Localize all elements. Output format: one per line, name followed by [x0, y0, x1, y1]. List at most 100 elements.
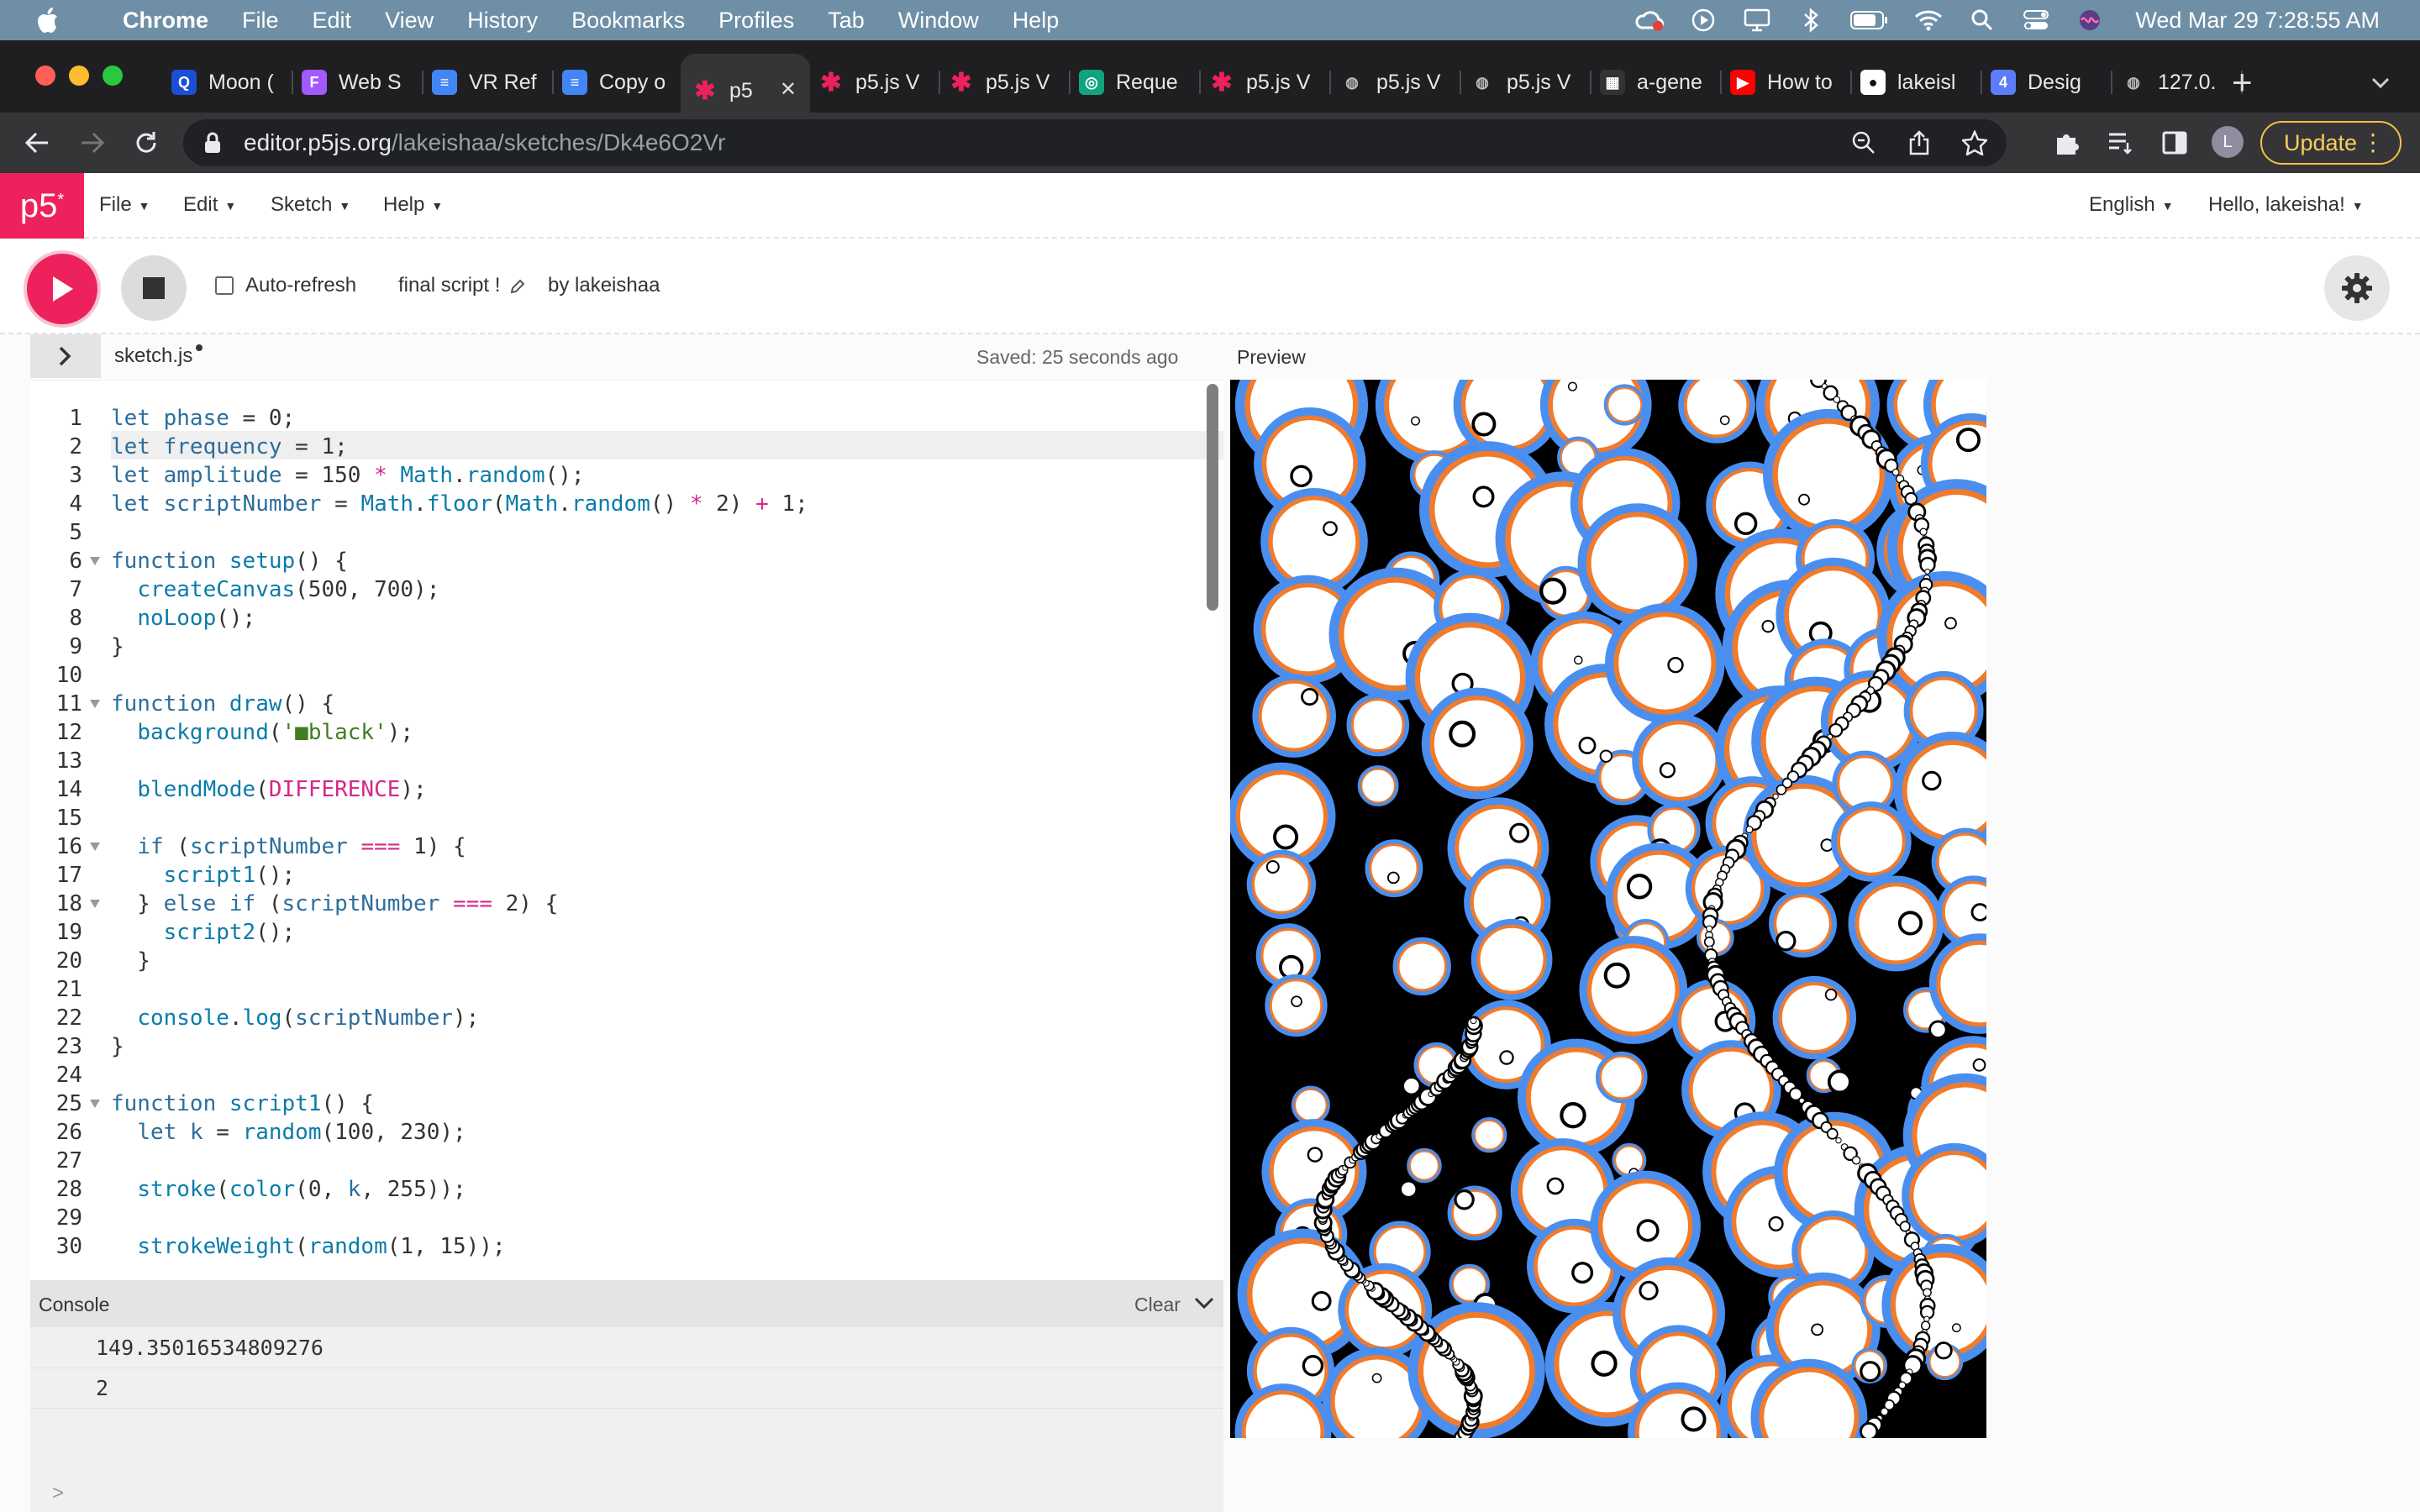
menu-bookmarks[interactable]: Bookmarks — [571, 8, 685, 34]
more-vertical-icon[interactable]: ⋮ — [2361, 131, 2385, 155]
code-line[interactable]: console.log(scriptNumber); — [111, 1005, 479, 1031]
fold-arrow-icon[interactable] — [89, 898, 101, 910]
browser-tab[interactable]: ✱ p5.js V — [1197, 60, 1331, 104]
code-editor[interactable]: 1 2 3 4 5 6 7 8 9 10 11 12 13 14 15 16 17 18 19 20 21 22 23 24 2… — [30, 380, 1223, 1281]
menu-help[interactable]: Help — [1013, 8, 1060, 34]
fold-arrow-icon[interactable] — [89, 841, 101, 853]
user-menu[interactable]: Hello, lakeisha! ▼ — [2208, 193, 2364, 217]
code-line[interactable]: } — [111, 1034, 124, 1059]
sketch-name[interactable]: final script ! — [398, 274, 526, 297]
forward-arrow-icon[interactable] — [76, 126, 109, 160]
code-line[interactable]: strokeWeight(random(1, 15)); — [111, 1234, 505, 1259]
settings-button[interactable] — [2324, 255, 2390, 321]
browser-tab[interactable]: ◍ 127.0. — [2109, 60, 2243, 104]
menu-tab[interactable]: Tab — [828, 8, 865, 34]
tab-search-chevron-icon[interactable] — [2371, 69, 2390, 95]
code-line[interactable]: let phase = 0; — [111, 406, 295, 431]
code-line[interactable]: noLoop(); — [111, 606, 255, 631]
bookmark-star-icon[interactable] — [1960, 128, 1990, 158]
code-line[interactable]: let frequency = 1; — [111, 434, 348, 459]
fold-arrow-icon[interactable] — [89, 698, 101, 710]
browser-tab[interactable]: ≡ VR Ref — [420, 60, 554, 104]
code-line[interactable]: script1(); — [111, 863, 296, 888]
browser-tab[interactable]: ◎ Reque — [1067, 60, 1201, 104]
window-close-button[interactable] — [35, 66, 55, 86]
sidebar-toggle-button[interactable] — [30, 334, 101, 378]
lock-icon[interactable] — [203, 131, 222, 155]
pencil-icon[interactable] — [509, 278, 526, 295]
sketch-canvas[interactable] — [1230, 380, 1986, 1438]
auto-refresh-toggle[interactable]: Auto-refresh — [215, 274, 356, 297]
menu-view[interactable]: View — [385, 8, 434, 34]
window-minimize-button[interactable] — [69, 66, 89, 86]
display-icon[interactable] — [1742, 8, 1772, 33]
console-clear-button[interactable]: Clear — [1134, 1294, 1181, 1316]
bluetooth-icon[interactable] — [1796, 8, 1826, 33]
menu-file[interactable]: File — [242, 8, 279, 34]
url-text[interactable]: editor.p5js.org/lakeishaa/sketches/Dk4e6… — [244, 129, 725, 156]
back-arrow-icon[interactable] — [20, 126, 54, 160]
extensions-puzzle-icon[interactable] — [2050, 126, 2084, 160]
p5-menu-sketch[interactable]: Sketch ▼ — [271, 193, 350, 217]
code-line[interactable]: function draw() { — [111, 691, 334, 717]
new-tab-button[interactable]: + — [2232, 65, 2253, 100]
creative-cloud-icon[interactable] — [1634, 8, 1665, 33]
code-line[interactable]: } — [111, 948, 150, 974]
browser-tab[interactable]: Q Moon ( — [160, 60, 293, 104]
menu-profiles[interactable]: Profiles — [718, 8, 794, 34]
profile-avatar[interactable]: L — [2212, 126, 2244, 158]
p5-menu-help[interactable]: Help ▼ — [383, 193, 443, 217]
browser-tab[interactable]: 4 Desig — [1979, 60, 2112, 104]
menu-history[interactable]: History — [467, 8, 538, 34]
code-line[interactable]: function script1() { — [111, 1091, 374, 1116]
chevron-down-icon[interactable] — [1193, 1294, 1215, 1314]
browser-tab[interactable]: ✱ p5.js V — [807, 60, 940, 104]
p5-menu-file[interactable]: File ▼ — [99, 193, 150, 217]
browser-tab[interactable]: ◍ p5.js V — [1328, 60, 1461, 104]
code-line[interactable]: createCanvas(500, 700); — [111, 577, 439, 602]
siri-icon[interactable] — [2075, 8, 2105, 33]
console-prompt[interactable]: > — [52, 1482, 64, 1505]
p5-menu-edit[interactable]: Edit ▼ — [183, 193, 236, 217]
menu-edit[interactable]: Edit — [313, 8, 352, 34]
code-line[interactable]: let scriptNumber = Math.floor(Math.rando… — [111, 491, 808, 517]
zoom-icon[interactable] — [1849, 128, 1879, 158]
stop-button[interactable] — [121, 255, 187, 321]
sketch-author[interactable]: by lakeishaa — [548, 274, 660, 297]
browser-tab[interactable]: ▶ How to — [1718, 60, 1852, 104]
play-button[interactable] — [27, 254, 97, 324]
battery-icon[interactable] — [1849, 8, 1890, 33]
browser-tab[interactable]: ▦ a-gene — [1588, 60, 1722, 104]
update-button[interactable]: Update ⋮ — [2260, 121, 2402, 165]
reading-list-icon[interactable] — [2104, 126, 2138, 160]
code-line[interactable]: } — [111, 634, 124, 659]
code-line[interactable]: } else if (scriptNumber === 2) { — [111, 891, 558, 916]
tab-close-icon[interactable]: ✕ — [780, 77, 797, 102]
apple-icon[interactable] — [35, 6, 60, 34]
reload-icon[interactable] — [129, 126, 163, 160]
code-line[interactable]: let amplitude = 150 * Math.random(); — [111, 463, 585, 488]
code-line[interactable]: function setup() { — [111, 549, 348, 574]
code-line[interactable]: script2(); — [111, 920, 296, 945]
browser-tab[interactable]: ● lakeisl — [1849, 60, 1982, 104]
code-line[interactable]: let k = random(100, 230); — [111, 1120, 466, 1145]
browser-tab[interactable]: F Web S — [290, 60, 424, 104]
side-panel-icon[interactable] — [2158, 126, 2191, 160]
menu-window[interactable]: Window — [898, 8, 979, 34]
language-menu[interactable]: English ▼ — [2089, 193, 2174, 217]
fold-arrow-icon[interactable] — [89, 1098, 101, 1110]
menubar-clock[interactable]: Wed Mar 29 7:28:55 AM — [2135, 8, 2380, 34]
share-icon[interactable] — [1904, 128, 1934, 158]
play-circle-icon[interactable] — [1688, 8, 1718, 33]
window-zoom-button[interactable] — [103, 66, 123, 86]
file-tab[interactable]: sketch.js — [114, 344, 203, 368]
browser-tab[interactable]: ≡ Copy o — [550, 60, 684, 104]
auto-refresh-checkbox[interactable] — [215, 276, 234, 295]
code-line[interactable]: stroke(color(0, k, 255)); — [111, 1177, 466, 1202]
wifi-icon[interactable] — [1913, 8, 1944, 33]
address-bar[interactable]: editor.p5js.org/lakeishaa/sketches/Dk4e6… — [183, 119, 2007, 166]
code-line[interactable]: blendMode(DIFFERENCE); — [111, 777, 426, 802]
code-line[interactable]: background('■black'); — [111, 720, 413, 745]
fold-arrow-icon[interactable] — [89, 555, 101, 567]
p5-logo[interactable]: p5 * — [0, 173, 84, 239]
